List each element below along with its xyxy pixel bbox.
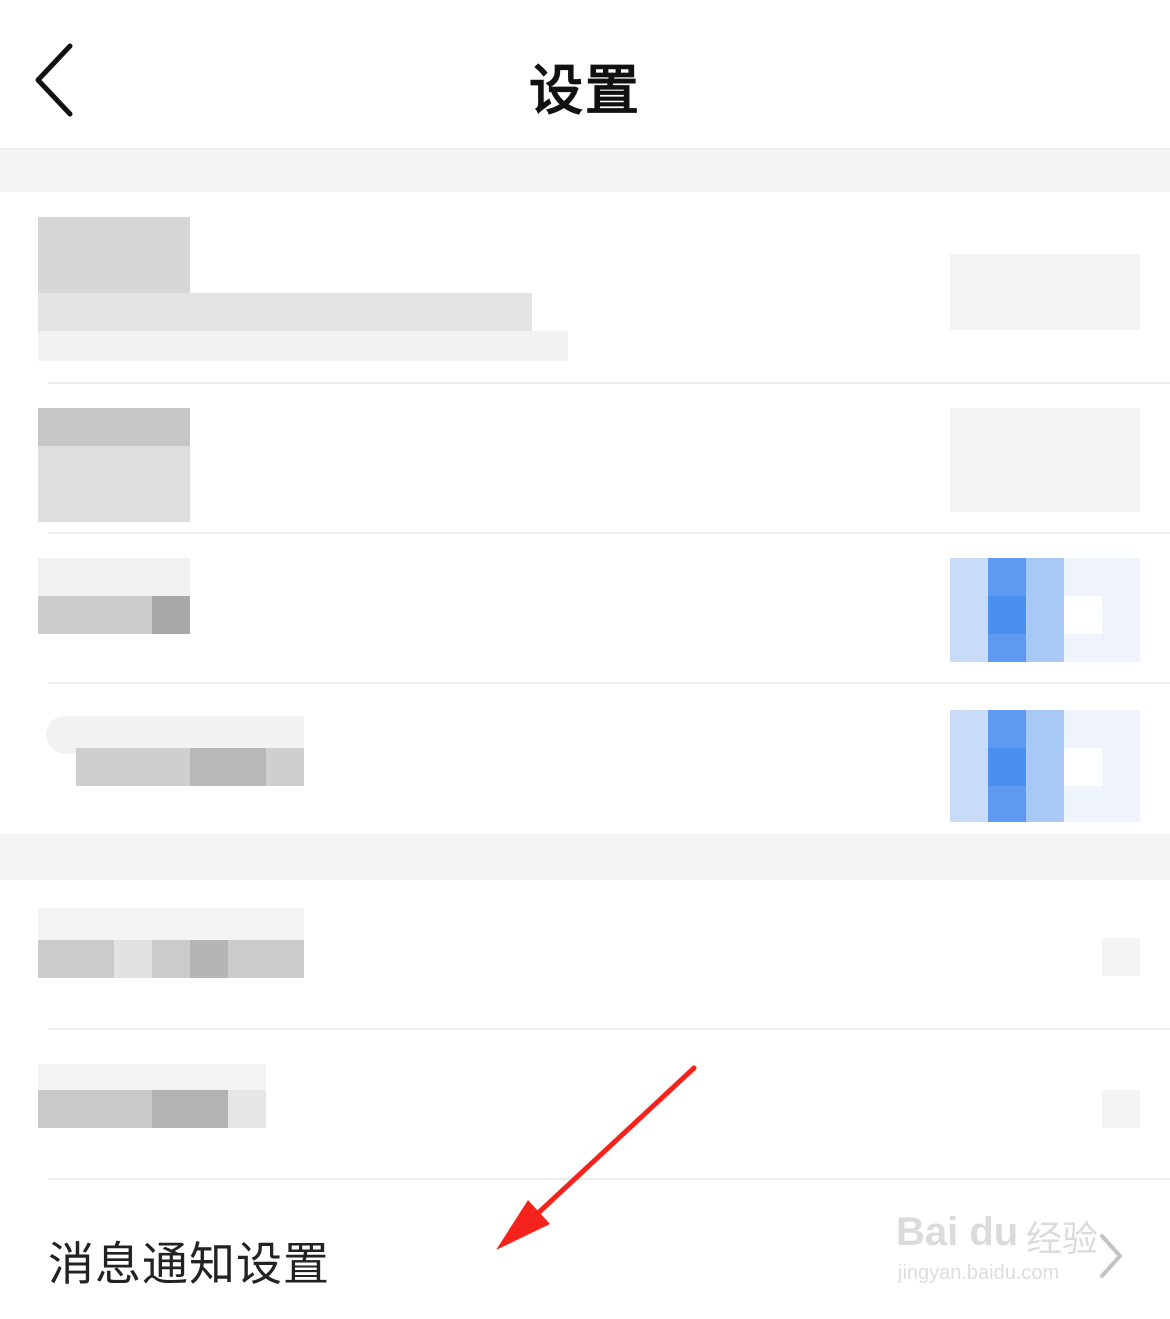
nav-header: 设置 <box>0 0 1170 150</box>
pixelated-text <box>190 748 266 786</box>
pixelated-text <box>190 940 228 978</box>
settings-row-obscured-4[interactable] <box>0 684 1170 834</box>
baidu-watermark: Bai du 经验 jingyan.baidu.com <box>896 1190 1116 1300</box>
pixelated-text <box>38 293 532 331</box>
watermark-url: jingyan.baidu.com <box>898 1262 1060 1284</box>
settings-row-obscured-5[interactable] <box>0 880 1170 1030</box>
section-gap <box>0 150 1170 192</box>
pixelated-text <box>38 558 190 596</box>
pixelated-text <box>114 940 152 978</box>
pixelated-value <box>950 254 1140 330</box>
notification-settings-label: 消息通知设置 <box>48 1237 330 1291</box>
toggle-switch[interactable] <box>950 558 1140 662</box>
pixelated-chevron <box>1102 938 1140 976</box>
pixelated-text <box>228 1090 266 1128</box>
pixelated-text <box>38 446 190 522</box>
pixelated-text <box>152 596 190 634</box>
pixelated-value <box>950 408 1140 512</box>
pixelated-text <box>38 217 190 293</box>
pixelated-text <box>38 908 304 940</box>
pixelated-text <box>38 940 304 978</box>
watermark-brand: Bai du <box>896 1210 1019 1254</box>
settings-row-obscured-3[interactable] <box>0 534 1170 684</box>
pixelated-text <box>38 331 568 361</box>
settings-row-obscured-2[interactable] <box>0 384 1170 534</box>
pixelated-text <box>38 408 190 446</box>
watermark-brand-cn: 经验 <box>1026 1219 1099 1260</box>
pixelated-chevron <box>1102 1090 1140 1128</box>
pixelated-text <box>38 1064 266 1090</box>
settings-row-obscured-1[interactable] <box>0 192 1170 384</box>
toggle-switch[interactable] <box>950 710 1140 822</box>
section-gap <box>0 834 1170 880</box>
red-arrow-icon <box>480 1060 710 1264</box>
page-title: 设置 <box>529 59 641 122</box>
pixelated-text <box>152 1090 228 1128</box>
